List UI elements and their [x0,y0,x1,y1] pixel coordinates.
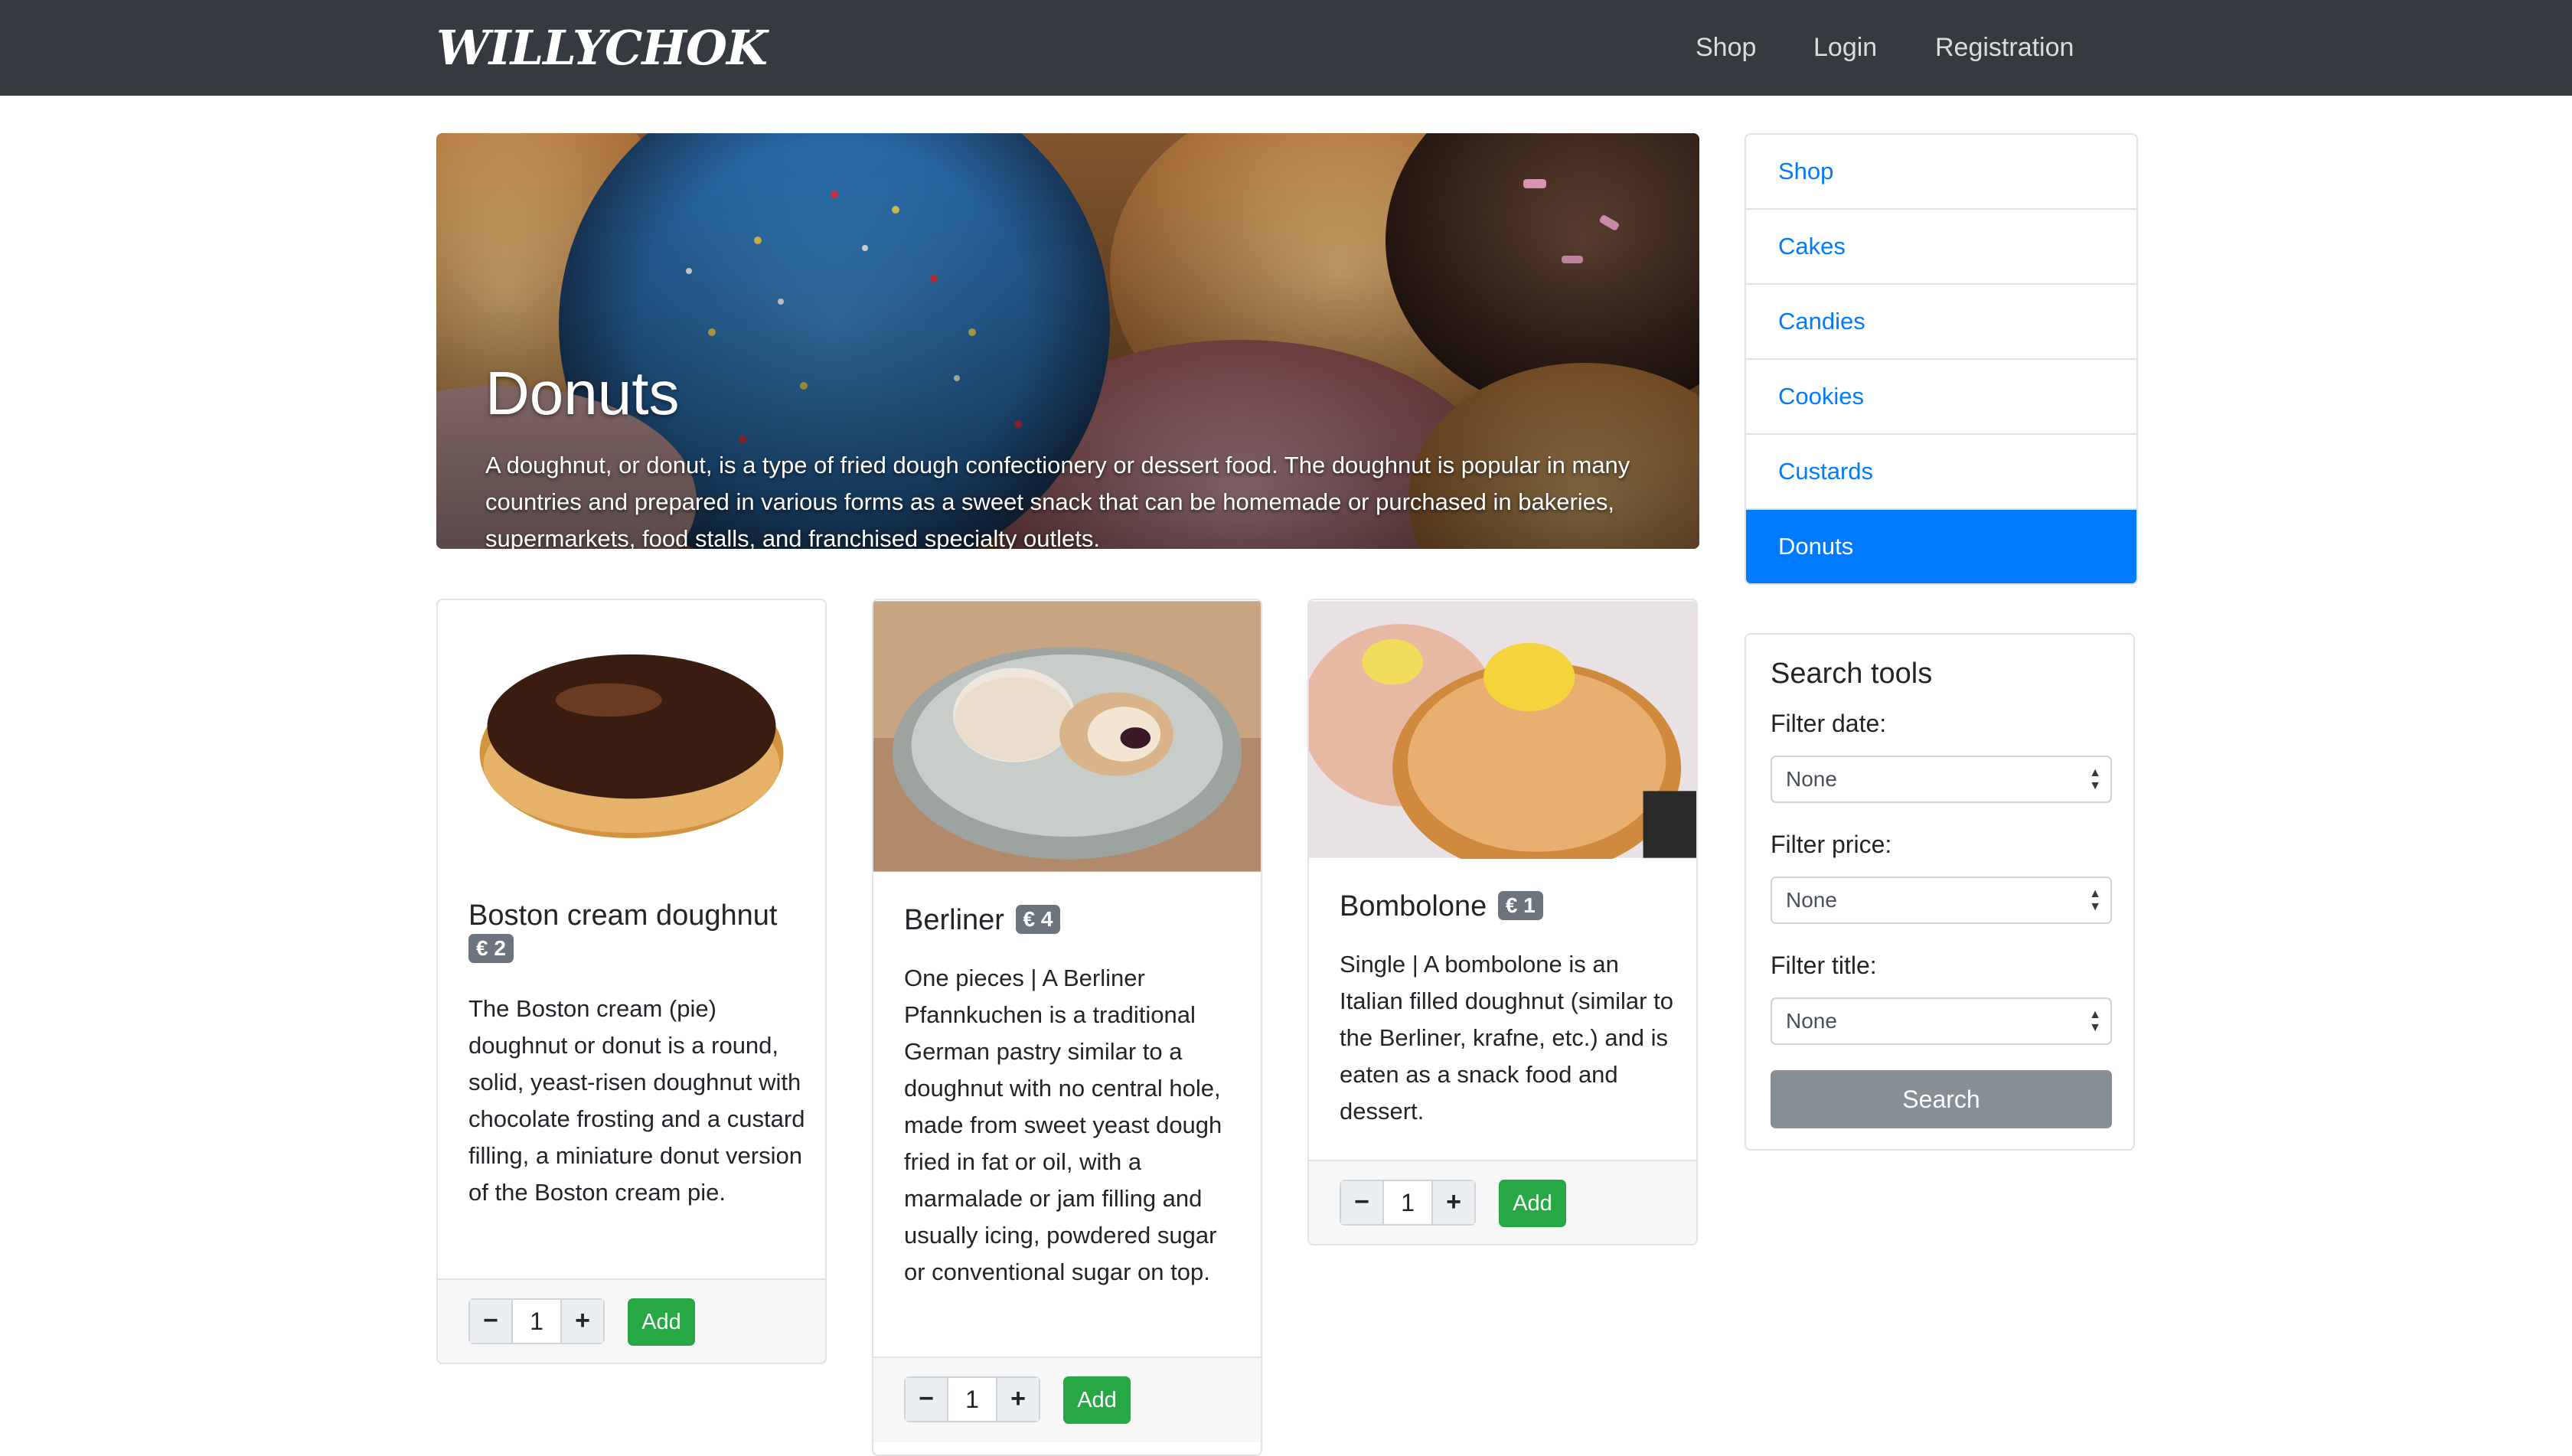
category-item-custards[interactable]: Custards [1746,435,2136,510]
product-image-berliner [873,601,1261,872]
category-item-cookies[interactable]: Cookies [1746,360,2136,435]
price-badge: € 2 [468,934,514,963]
navbar: WILLYCHOK Shop Login Registration [0,0,2572,96]
filter-title-select[interactable]: None ▲ ▼ [1771,997,2112,1045]
category-item-donuts[interactable]: Donuts [1746,510,2136,583]
category-item-cakes[interactable]: Cakes [1746,210,2136,285]
search-tools-card: Search tools Filter date: None ▲ ▼ Filter… [1745,633,2135,1151]
decrement-button[interactable]: − [470,1300,513,1343]
product-image-bombolone [1309,601,1696,859]
product-description: Single | A bombolone is an Italian fille… [1340,951,1673,1125]
filter-date-select[interactable]: None ▲ ▼ [1771,756,2112,803]
nav-link-login[interactable]: Login [1813,24,1877,70]
card-footer: − 1 + Add [1309,1160,1696,1244]
product-description: The Boston cream (pie) doughnut or donut… [468,995,805,1206]
brand-logo[interactable]: WILLYCHOK [436,14,768,83]
increment-button[interactable]: + [560,1300,603,1343]
filter-price-select[interactable]: None ▲ ▼ [1771,877,2112,924]
increment-button[interactable]: + [1431,1181,1474,1224]
add-to-cart-button[interactable]: Add [628,1298,695,1346]
filter-price-value: None [1786,888,1837,912]
select-arrows-icon: ▲ ▼ [2089,1008,2101,1034]
quantity-value[interactable]: 1 [513,1300,560,1343]
card-footer: − 1 + Add [873,1356,1261,1442]
quantity-value[interactable]: 1 [948,1378,996,1421]
select-arrows-icon: ▲ ▼ [2089,766,2101,792]
search-button[interactable]: Search [1771,1070,2112,1128]
search-tools-title: Search tools [1771,658,1933,690]
product-name: Bombolone [1340,890,1487,922]
nav-link-shop[interactable]: Shop [1696,24,1756,70]
category-list: Shop Cakes Candies Cookies Custards Donu… [1745,133,2138,585]
product-title: Boston cream doughnut € 2 [468,899,805,966]
quantity-stepper: − 1 + [904,1376,1040,1422]
hero-banner: Donuts A doughnut, or donut, is a type o… [436,133,1699,549]
product-card-boston-cream: Boston cream doughnut € 2 The Boston crea… [436,599,827,1364]
category-item-shop[interactable]: Shop [1746,135,2136,210]
filter-title-label: Filter title: [1771,952,1877,979]
quantity-stepper: − 1 + [1340,1180,1476,1226]
price-badge: € 1 [1497,891,1543,920]
filter-price-label: Filter price: [1771,831,1892,858]
filter-date-label: Filter date: [1771,710,1887,737]
filter-title-value: None [1786,1009,1837,1033]
price-badge: € 4 [1015,905,1061,934]
product-name: Boston cream doughnut [468,899,778,932]
decrement-button[interactable]: − [1341,1181,1384,1224]
product-description: One pieces | A Berliner Pfannkuchen is a… [904,965,1222,1285]
decrement-button[interactable]: − [906,1378,948,1421]
hero-title: Donuts [485,359,680,427]
category-item-candies[interactable]: Candies [1746,285,2136,360]
product-image-boston-cream [438,601,825,867]
filter-date-value: None [1786,767,1837,791]
product-card-bombolone: Bombolone € 1 Single | A bombolone is an… [1307,599,1698,1245]
product-name: Berliner [904,904,1004,936]
product-card-berliner: Berliner € 4 One pieces | A Berliner Pfa… [872,599,1262,1456]
card-footer: − 1 + Add [438,1278,825,1363]
select-arrows-icon: ▲ ▼ [2089,887,2101,913]
quantity-stepper: − 1 + [468,1298,605,1344]
add-to-cart-button[interactable]: Add [1499,1180,1566,1227]
quantity-value[interactable]: 1 [1384,1181,1431,1224]
increment-button[interactable]: + [996,1378,1039,1421]
product-title: Bombolone € 1 [1340,890,1676,923]
hero-description: A doughnut, or donut, is a type of fried… [485,452,1630,549]
add-to-cart-button[interactable]: Add [1063,1376,1131,1424]
product-title: Berliner € 4 [904,903,1241,937]
nav-link-registration[interactable]: Registration [1935,24,2074,70]
